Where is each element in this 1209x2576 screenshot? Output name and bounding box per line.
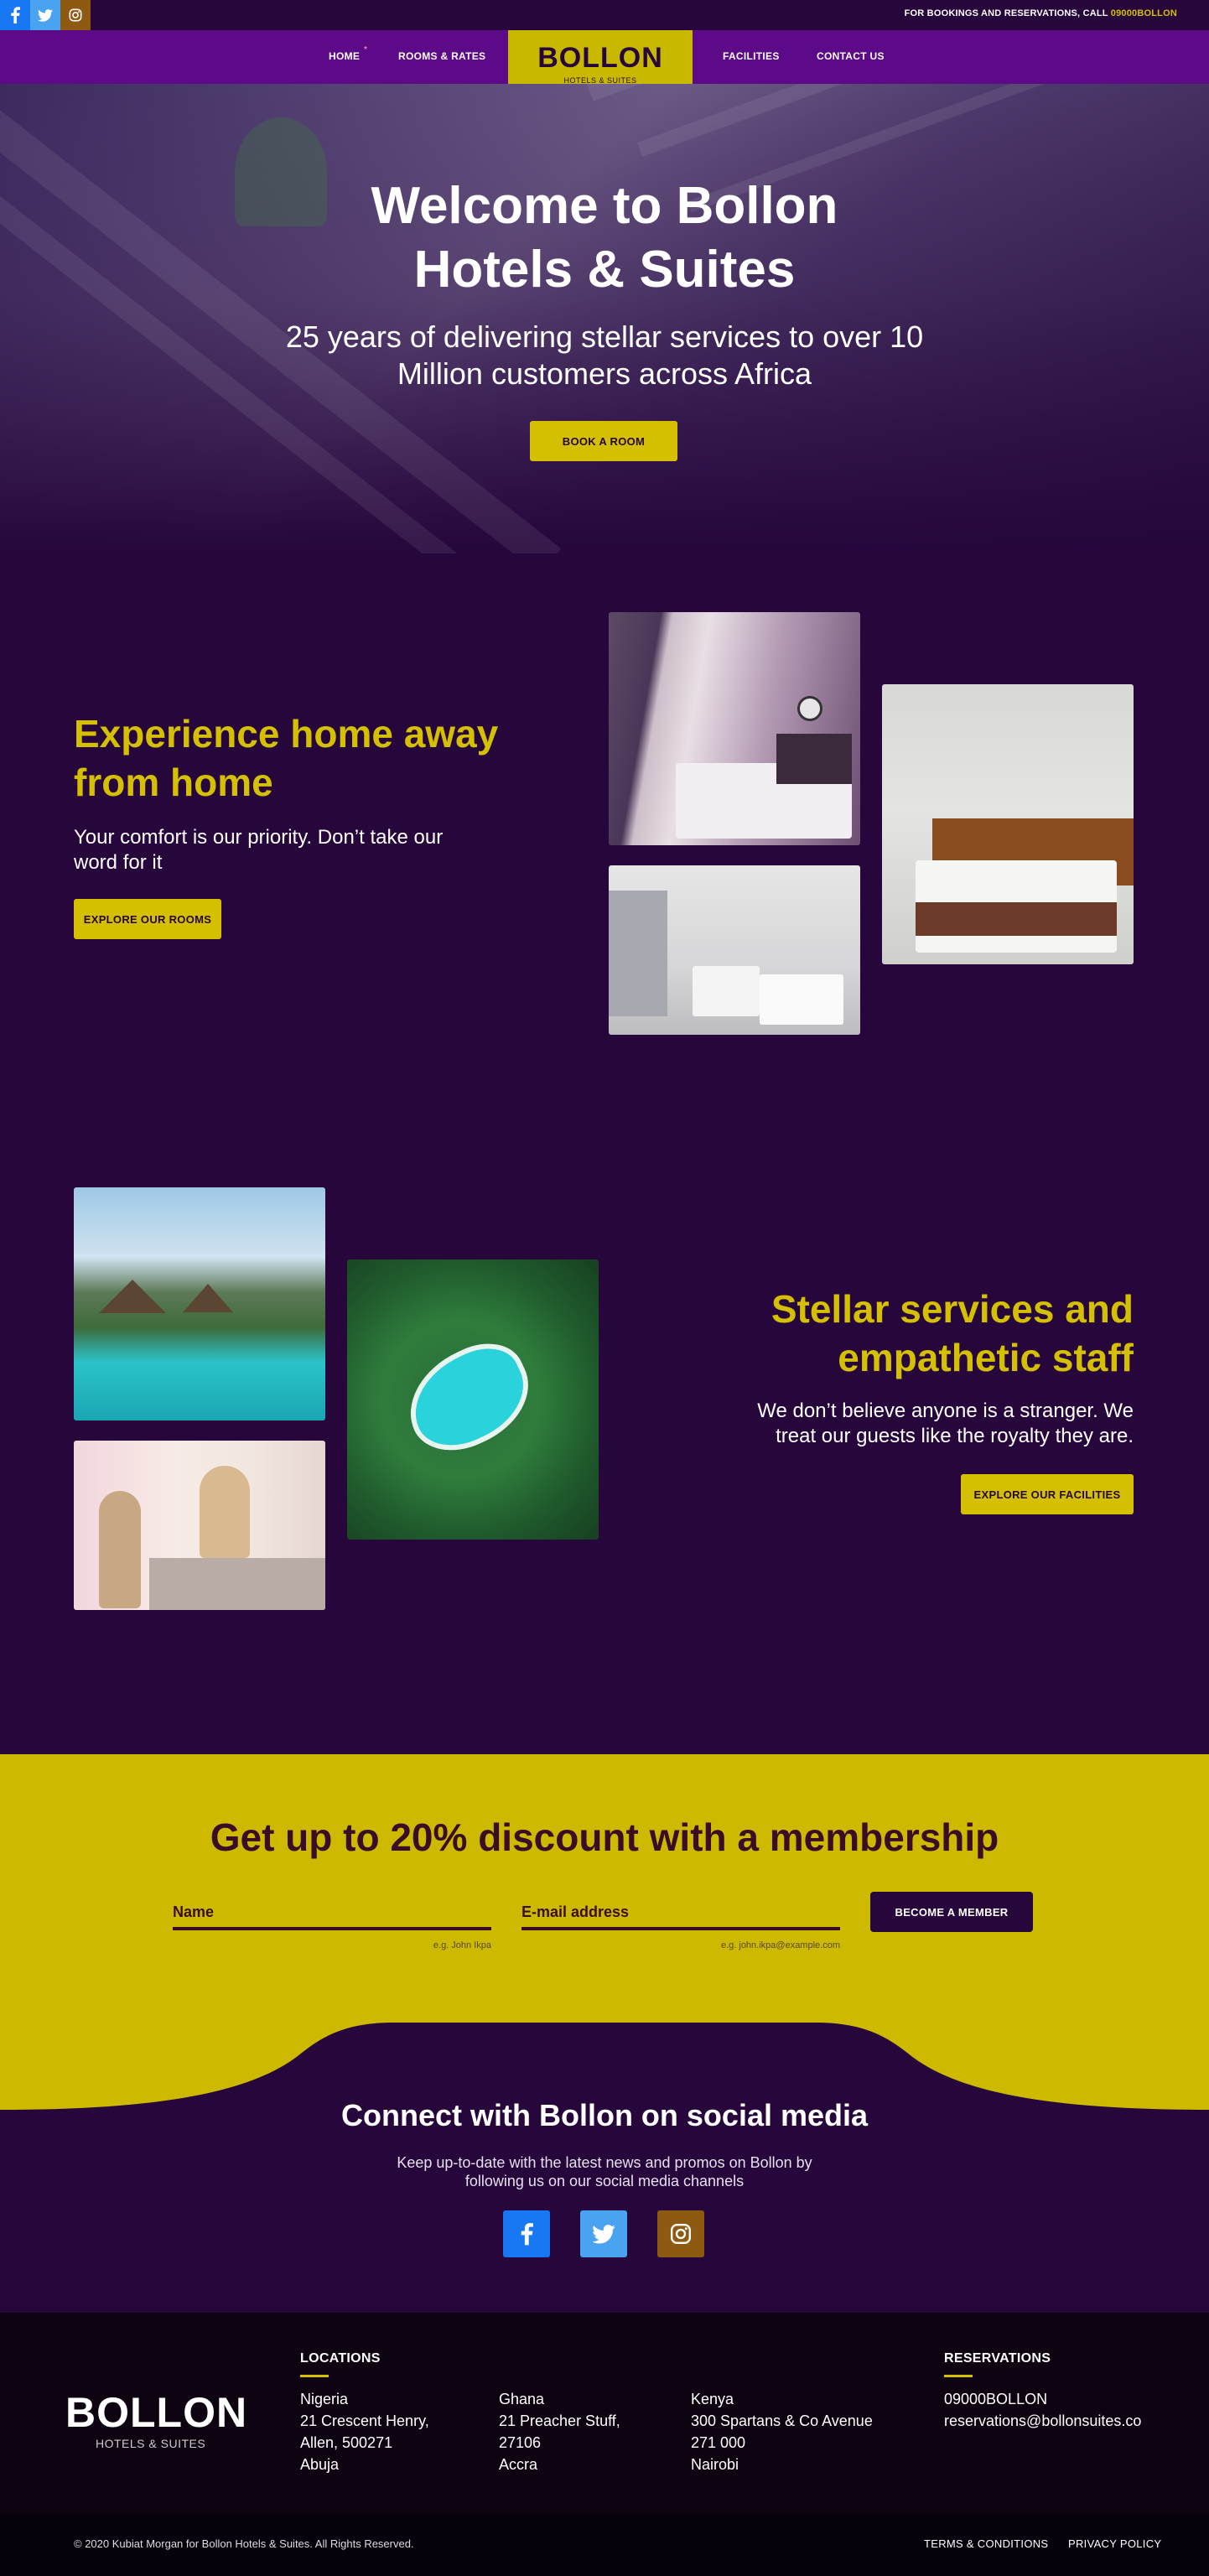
room-photo-purple [609, 612, 860, 845]
social-body-line2: following us on our social media channel… [464, 2173, 745, 2189]
location-line: 21 Crescent Henry, [300, 2412, 429, 2429]
hero-title-line1: Welcome to Bollon [371, 177, 838, 235]
hero-subtitle: 25 years of delivering stellar services … [0, 319, 1209, 392]
room-photo-double [882, 684, 1134, 964]
location-ghana: Ghana 21 Preacher Stuff, 27106 Accra [499, 2388, 620, 2475]
bed-runner-shape [916, 902, 1117, 936]
hero-architecture-stripe [587, 84, 1209, 101]
bookings-notice: FOR BOOKINGS AND RESERVATIONS, CALL 0900… [905, 8, 1177, 18]
staff-body-line1: We don’t believe anyone is a stranger. W… [757, 1400, 1134, 1422]
copyright-text: © 2020 Kubiat Morgan for Bollon Hotels &… [74, 2537, 414, 2550]
staff-title-line1: Stellar services and [771, 1287, 1134, 1331]
pool-resort-photo [74, 1187, 325, 1420]
name-field-hint: e.g. John Ikpa [433, 1940, 491, 1950]
email-field-hint: e.g. john.ikpa@example.com [720, 1940, 840, 1950]
location-line: 300 Spartans & Co Avenue [691, 2412, 873, 2429]
privacy-link[interactable]: PRIVACY POLICY [1068, 2537, 1161, 2550]
bed-shape [760, 974, 843, 1025]
staff-title-line2: empathetic staff [838, 1336, 1134, 1379]
home-section-body: Your comfort is our priority. Don’t take… [74, 825, 543, 875]
reservations-phone[interactable]: 09000BOLLON [944, 2388, 1141, 2410]
home-body-line1: Your comfort is our priority. Don’t take… [74, 826, 444, 849]
location-nigeria: Nigeria 21 Crescent Henry, Allen, 500271… [300, 2388, 429, 2475]
locations-heading: LOCATIONS [300, 2351, 381, 2366]
location-line: Accra [499, 2456, 538, 2473]
hut-roof-shape [183, 1284, 233, 1312]
instagram-icon[interactable] [657, 2210, 704, 2257]
hero-title: Welcome to Bollon Hotels & Suites [0, 174, 1209, 302]
staff-body-line2: treat our guests like the royalty they a… [776, 1425, 1134, 1447]
location-kenya: Kenya 300 Spartans & Co Avenue 271 000 N… [691, 2388, 873, 2475]
reception-desk-shape [149, 1558, 325, 1610]
home-title-line1: Experience home away [74, 712, 499, 756]
staff-section-title: Stellar services and empathetic staff [630, 1285, 1134, 1382]
reservations-contact: 09000BOLLON reservations@bollonsuites.co [944, 2388, 1141, 2432]
facebook-icon[interactable] [0, 0, 30, 30]
home-title-line2: from home [74, 761, 273, 804]
footer-brand: BOLLON [65, 2389, 248, 2436]
bookings-phone[interactable]: 09000BOLLON [1111, 8, 1177, 18]
instagram-icon[interactable] [60, 0, 91, 30]
room-photo-twin [609, 865, 860, 1035]
location-country: Kenya [691, 2391, 734, 2407]
location-country: Nigeria [300, 2391, 349, 2407]
social-body: Keep up-to-date with the latest news and… [0, 2153, 1209, 2190]
terms-link[interactable]: TERMS & CONDITIONS [924, 2537, 1048, 2550]
reservations-underline [944, 2375, 973, 2377]
social-body-line1: Keep up-to-date with the latest news and… [397, 2154, 812, 2171]
email-field[interactable] [521, 1927, 840, 1930]
staff-section-body: We don’t believe anyone is a stranger. W… [630, 1399, 1134, 1449]
bed-shape [693, 966, 760, 1016]
explore-rooms-button[interactable]: EXPLORE OUR ROOMS [74, 899, 221, 939]
social-title: Connect with Bollon on social media [340, 2098, 869, 2132]
become-member-button[interactable]: BECOME A MEMBER [870, 1892, 1033, 1932]
hut-roof-shape [99, 1280, 166, 1313]
hero: Welcome to Bollon Hotels & Suites 25 yea… [0, 84, 1209, 553]
reservations-heading: RESERVATIONS [944, 2351, 1051, 2366]
nav-home-label: HOME [329, 50, 361, 62]
location-line: Nairobi [691, 2456, 739, 2473]
reception-photo [74, 1441, 325, 1610]
email-field-label: E-mail address [521, 1903, 630, 1920]
footer-brand-subtitle: HOTELS & SUITES [96, 2437, 206, 2450]
hero-subtitle-line1: 25 years of delivering stellar services … [285, 319, 924, 354]
location-line: Abuja [300, 2456, 340, 2473]
window-shape [609, 891, 667, 1016]
guest-figure [99, 1491, 141, 1608]
twitter-icon[interactable] [30, 0, 60, 30]
name-field-label: Name [173, 1903, 215, 1920]
name-field[interactable] [173, 1927, 491, 1930]
hero-subtitle-line2: Million customers across Africa [397, 356, 812, 391]
facebook-icon[interactable] [503, 2210, 550, 2257]
membership-title: Get up to 20% discount with a membership [210, 1815, 999, 1859]
nav-home[interactable]: HOME * [329, 45, 367, 62]
pool-shape [392, 1329, 546, 1467]
staff-figure [200, 1466, 250, 1558]
home-body-line2: word for it [74, 851, 163, 874]
reservations-email[interactable]: reservations@bollonsuites.co [944, 2410, 1141, 2432]
active-marker: * [364, 45, 368, 55]
location-line: 271 000 [691, 2434, 746, 2451]
aerial-pool-photo [347, 1259, 599, 1540]
nav-rooms-rates[interactable]: ROOMS & RATES [398, 50, 485, 62]
location-line: Allen, 500271 [300, 2434, 393, 2451]
location-country: Ghana [499, 2391, 545, 2407]
top-bar: FOR BOOKINGS AND RESERVATIONS, CALL 0900… [0, 0, 1209, 30]
wall-art-shape [797, 696, 822, 721]
locations-underline [300, 2375, 329, 2377]
explore-facilities-button[interactable]: EXPLORE OUR FACILITIES [961, 1474, 1134, 1514]
logo-brand: BOLLON [537, 42, 663, 74]
home-section-title: Experience home away from home [74, 709, 577, 807]
book-room-button[interactable]: BOOK A ROOM [530, 421, 677, 461]
location-line: 27106 [499, 2434, 542, 2451]
twitter-icon[interactable] [580, 2210, 627, 2257]
hero-title-line2: Hotels & Suites [413, 241, 796, 299]
nav-contact-us[interactable]: CONTACT US [817, 50, 885, 62]
headboard-shape [776, 734, 852, 784]
location-line: 21 Preacher Stuff, [499, 2412, 620, 2429]
bookings-text: FOR BOOKINGS AND RESERVATIONS, CALL [904, 8, 1108, 18]
nav-facilities[interactable]: FACILITIES [723, 50, 780, 62]
